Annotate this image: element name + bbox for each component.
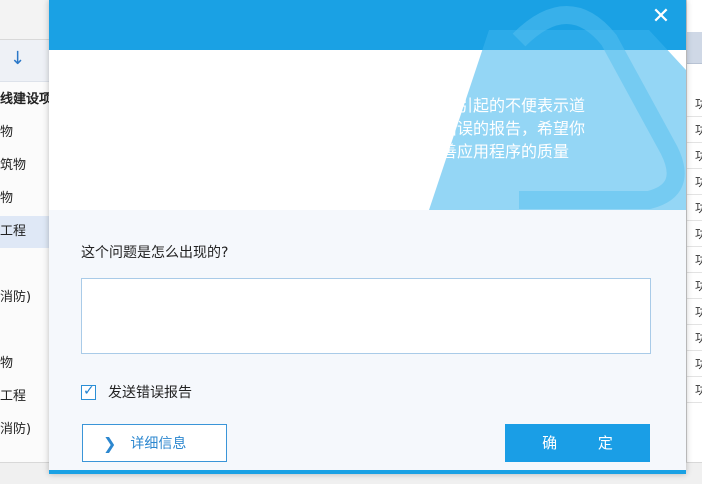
tree-item[interactable]: 工程 — [0, 381, 50, 413]
ok-button[interactable]: 确 定 — [505, 424, 650, 462]
background-table-header — [687, 32, 702, 64]
details-button-label[interactable]: 详细信息 — [130, 433, 186, 453]
send-report-option[interactable]: ✓ 发送错误报告 — [81, 382, 192, 402]
table-cell: 功 — [687, 92, 702, 117]
error-report-dialog: ✕ 应用程序发生未知错误，我们对此引起的不便表示道 歉，我们已经产生了一个关于此… — [49, 0, 686, 474]
table-cell: 功 — [687, 144, 702, 169]
send-report-checkbox[interactable]: ✓ — [81, 382, 96, 400]
table-cell: 功 — [687, 300, 702, 325]
tree-item[interactable] — [0, 249, 50, 281]
close-icon[interactable]: ✕ — [648, 4, 674, 30]
project-tree: 线建设项物筑物物工程 消防) 物工程 消防) — [0, 82, 50, 484]
table-cell: 功 — [687, 196, 702, 221]
problem-description-input[interactable] — [81, 278, 651, 354]
tree-item[interactable]: 物 — [0, 117, 50, 149]
error-message-line: 歉，我们已经产生了一个关于此错误的报告，希望你 — [217, 119, 586, 138]
table-cell: 功 — [687, 118, 702, 143]
table-cell: 功 — [687, 222, 702, 247]
checkmark-icon: ✓ — [83, 382, 95, 399]
details-button[interactable]: ❯ 详细信息 — [82, 424, 227, 462]
table-cell: 功 — [687, 274, 702, 299]
error-message-line: 选择发送此报告给我们以帮助改善应用程序的质量 — [217, 142, 570, 161]
table-cell: 功 — [687, 170, 702, 195]
table-cell: 功 — [687, 248, 702, 273]
table-cell: 功 — [687, 378, 702, 403]
sort-column-header[interactable]: ↓ — [0, 40, 50, 82]
crying-mascot-icon — [89, 82, 169, 178]
tree-item[interactable]: 物 — [0, 348, 50, 380]
background-table-column: 功功功功功功功功功功功功 — [686, 0, 702, 484]
error-message: 应用程序发生未知错误，我们对此引起的不便表示道 歉，我们已经产生了一个关于此错误… — [217, 94, 667, 163]
dialog-body: 这个问题是怎么出现的? ✓ 发送错误报告 ❯ 详细信息 确 定 — [49, 210, 686, 474]
tree-item[interactable]: 工程 — [0, 216, 50, 248]
table-cell: 功 — [687, 326, 702, 351]
chevron-right-icon: ❯ — [103, 433, 117, 453]
tree-item[interactable]: 物 — [0, 183, 50, 215]
sort-down-arrow-icon[interactable]: ↓ — [10, 48, 25, 69]
tree-item[interactable]: 线建设项 — [0, 84, 50, 116]
tree-item[interactable]: 筑物 — [0, 150, 50, 182]
error-message-line: 应用程序发生未知错误，我们对此引起的不便表示道 — [217, 96, 586, 115]
tree-item[interactable]: 消防) — [0, 414, 50, 446]
tree-item[interactable]: 消防) — [0, 282, 50, 314]
question-label: 这个问题是怎么出现的? — [81, 245, 229, 261]
table-cell: 功 — [687, 352, 702, 377]
tree-item[interactable] — [0, 315, 50, 347]
send-report-label[interactable]: 发送错误报告 — [108, 382, 192, 402]
dialog-bottom-border — [49, 470, 686, 474]
